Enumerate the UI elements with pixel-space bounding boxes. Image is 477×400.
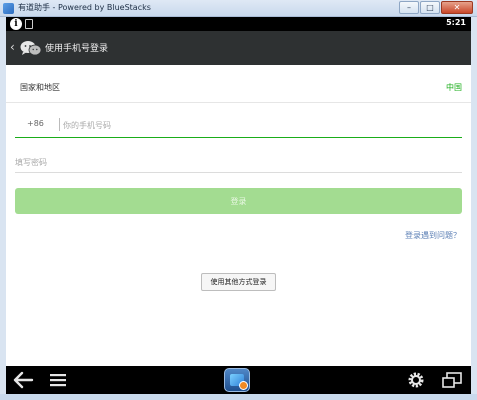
close-button[interactable]: ✕ — [441, 1, 473, 14]
navigation-bar — [6, 366, 471, 394]
other-login-button[interactable]: 使用其他方式登录 — [201, 273, 276, 291]
phone-input[interactable] — [63, 116, 453, 134]
login-trouble-link[interactable]: 登录遇到问题？ — [405, 230, 461, 241]
window-title: 有道助手 - Powered by BlueStacks — [18, 3, 151, 12]
minimize-button[interactable]: – — [399, 1, 419, 14]
status-bar: i 5:21 — [6, 17, 471, 31]
page-title: 使用手机号登录 — [45, 44, 109, 54]
window-bottom-border — [0, 394, 477, 400]
app-logo-icon — [3, 3, 14, 14]
menu-icon[interactable] — [48, 371, 68, 389]
region-row[interactable]: 国家和地区 中国 — [6, 77, 471, 99]
back-chevron-icon[interactable]: ‹ — [10, 40, 15, 54]
window-titlebar: 有道助手 - Powered by BlueStacks – □ ✕ — [0, 0, 477, 17]
window-switch-icon[interactable] — [441, 371, 463, 389]
back-arrow-icon[interactable] — [12, 370, 34, 390]
country-code[interactable]: +86 — [27, 119, 44, 128]
phone-row: +86 — [15, 113, 462, 138]
login-button[interactable]: 登录 — [15, 188, 462, 214]
divider — [6, 102, 471, 103]
app-badge — [239, 381, 248, 390]
wechat-icon[interactable] — [20, 40, 42, 56]
gear-icon[interactable] — [406, 370, 426, 390]
region-value: 中国 — [446, 83, 462, 92]
status-time: 5:21 — [446, 18, 466, 27]
region-label: 国家和地区 — [20, 83, 60, 92]
code-separator — [59, 118, 60, 131]
android-screen: i 5:21 ‹ 使用手机号登录 国家和地区 中国 +86 你的手机号码 登录 … — [6, 17, 471, 394]
action-bar: ‹ 使用手机号登录 — [6, 31, 471, 65]
password-input[interactable] — [15, 153, 455, 171]
window-controls: – □ ✕ — [399, 1, 473, 14]
info-icon: i — [10, 18, 22, 30]
sd-card-icon — [25, 19, 33, 29]
maximize-button[interactable]: □ — [420, 1, 440, 14]
login-form: 国家和地区 中国 +86 登录 登录遇到问题？ 使用其他方式登录 — [6, 65, 471, 366]
password-row — [15, 151, 462, 173]
bluestacks-app-icon[interactable] — [224, 368, 250, 392]
